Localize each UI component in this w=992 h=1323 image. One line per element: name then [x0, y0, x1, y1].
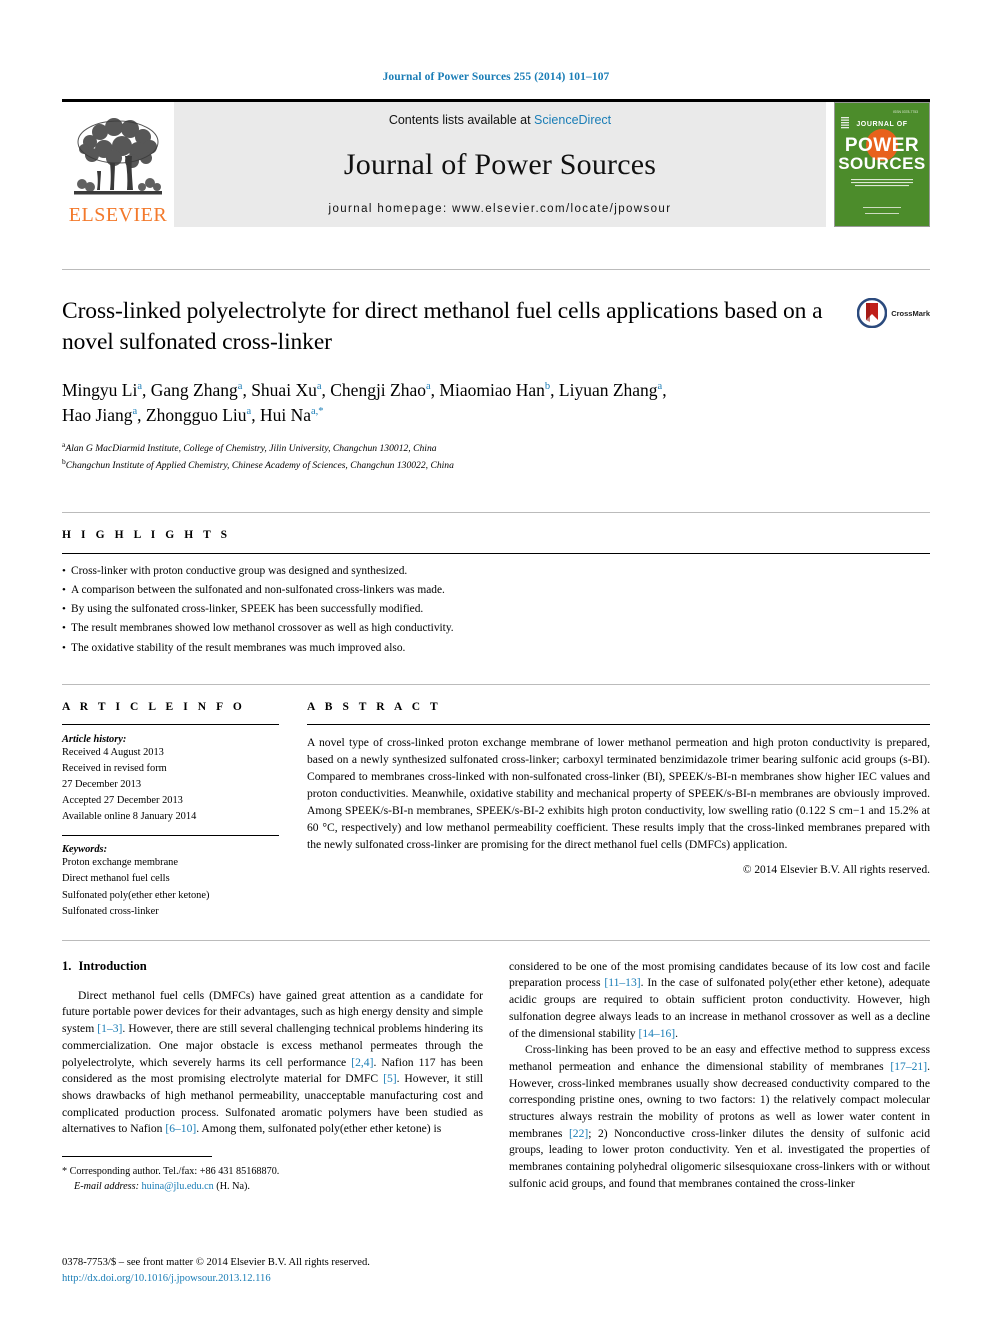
abstract-heading: A B S T R A C T — [307, 700, 442, 713]
keyword-item: Sulfonated poly(ether ether ketone) — [62, 889, 210, 901]
citation-ref[interactable]: [1–3] — [97, 1022, 122, 1035]
author-line-1: Mingyu Lia, Gang Zhanga, Shuai Xua, Chen… — [62, 379, 667, 400]
affil-marker: a — [426, 381, 431, 393]
affiliation-b: bChangchun Institute of Applied Chemistr… — [62, 457, 454, 472]
keyword-item: Proton exchange membrane — [62, 857, 178, 869]
highlights-list: Cross-linker with proton conductive grou… — [62, 562, 930, 658]
elsevier-logo: ELSEVIER — [62, 102, 174, 227]
affil-marker: a — [316, 381, 322, 393]
highlights-divider — [62, 552, 930, 554]
sciencedirect-link[interactable]: ScienceDirect — [534, 113, 611, 127]
affil-marker: a — [246, 406, 252, 418]
doi-link[interactable]: http://dx.doi.org/10.1016/j.jpowsour.201… — [62, 1271, 370, 1287]
journal-homepage-link[interactable]: journal homepage: www.elsevier.com/locat… — [329, 203, 672, 215]
article-page: Journal of Power Sources 255 (2014) 101–… — [0, 0, 992, 1323]
article-history-label: Article history: — [62, 733, 127, 745]
article-info-column: A R T I C L E I N F O Article history: R… — [62, 701, 307, 920]
history-item: Available online 8 January 2014 — [62, 811, 197, 823]
journal-cover-thumbnail: ISSN 0378-7753 JOURNAL OF POWER SOURCES — [834, 102, 930, 227]
abstract-column: A B S T R A C T A novel type of cross-li… — [307, 701, 930, 920]
list-item: Cross-linker with proton conductive grou… — [62, 562, 930, 581]
citation-ref[interactable]: [17–21] — [890, 1060, 927, 1073]
running-head: Journal of Power Sources 255 (2014) 101–… — [382, 71, 610, 83]
history-item: 27 December 2013 — [62, 778, 142, 790]
article-info-heading: A R T I C L E I N F O — [62, 700, 246, 713]
elsevier-tree-icon — [74, 118, 162, 195]
citation-ref[interactable]: [2,4] — [351, 1056, 373, 1069]
list-item: By using the sulfonated cross-linker, SP… — [62, 600, 930, 619]
svg-text:POWER: POWER — [845, 135, 919, 156]
keyword-item: Sulfonated cross-linker — [62, 905, 159, 917]
list-item: The result membranes showed low methanol… — [62, 619, 930, 638]
citation-ref[interactable]: [5] — [383, 1072, 397, 1085]
affiliations: aAlan G MacDiarmid Institute, College of… — [62, 439, 930, 474]
keywords-divider — [62, 835, 279, 837]
article-header: Cross-linked polyelectrolyte for direct … — [62, 269, 930, 474]
email-line: E-mail address: huina@jlu.edu.cn (H. Na)… — [62, 1179, 462, 1194]
journal-masthead: ELSEVIER Contents lists available at Sci… — [62, 99, 930, 227]
svg-text:JOURNAL OF: JOURNAL OF — [856, 121, 907, 128]
contents-prefix: Contents lists available at — [388, 113, 531, 127]
svg-text:SOURCES: SOURCES — [838, 154, 926, 173]
info-abstract-section: A R T I C L E I N F O Article history: R… — [62, 683, 930, 920]
affiliation-b-text: Changchun Institute of Applied Chemistry… — [65, 460, 454, 472]
crossmark-icon — [857, 298, 888, 328]
cover-art: ISSN 0378-7753 JOURNAL OF POWER SOURCES — [835, 103, 929, 226]
body-content: 1. Introduction Direct methanol fuel cell… — [62, 939, 930, 1195]
affil-marker: a — [237, 381, 243, 393]
body-column-right: considered to be one of the most promisi… — [509, 959, 930, 1195]
section-number: 1. — [62, 958, 72, 973]
section-heading-introduction: 1. Introduction — [62, 959, 483, 974]
history-item: Received 4 August 2013 — [62, 746, 164, 758]
affil-marker: a,* — [310, 406, 324, 418]
section-title: Introduction — [78, 958, 147, 973]
list-item: A comparison between the sulfonated and … — [62, 581, 930, 600]
affil-marker: a — [137, 381, 143, 393]
history-item: Accepted 27 December 2013 — [62, 795, 183, 807]
article-history-list: Received 4 August 2013 Received in revis… — [62, 745, 279, 826]
author-list: Mingyu Lia, Gang Zhanga, Shuai Xua, Chen… — [62, 378, 930, 429]
corresponding-author-note: * Corresponding author. Tel./fax: +86 43… — [62, 1164, 462, 1195]
contents-available-line: Contents lists available at ScienceDirec… — [389, 113, 611, 127]
affiliation-a: aAlan G MacDiarmid Institute, College of… — [62, 439, 437, 454]
paragraph: Cross-linking has been proved to be an e… — [509, 1043, 930, 1190]
email-suffix: (H. Na). — [216, 1181, 250, 1193]
email-link[interactable]: huina@jlu.edu.cn — [142, 1181, 214, 1192]
list-item: The oxidative stability of the result me… — [62, 639, 930, 658]
affil-marker: a — [657, 381, 663, 393]
crossmark-badge[interactable]: CrossMark — [857, 298, 930, 328]
abstract-text: A novel type of cross-linked proton exch… — [307, 735, 930, 851]
svg-text:ISSN 0378-7753: ISSN 0378-7753 — [893, 110, 918, 114]
elsevier-wordmark: ELSEVIER — [68, 204, 168, 226]
affil-marker: b — [544, 381, 551, 393]
paragraph: Direct methanol fuel cells (DMFCs) have … — [62, 988, 483, 1136]
highlights-section: H I G H L I G H T S Cross-linker with pr… — [62, 511, 930, 658]
keyword-item: Direct methanol fuel cells — [62, 873, 170, 885]
copyright-line: © 2014 Elsevier B.V. All rights reserved… — [742, 863, 930, 876]
article-info-divider — [62, 723, 279, 725]
journal-band: Contents lists available at ScienceDirec… — [174, 102, 826, 227]
history-item: Received in revised form — [62, 762, 167, 774]
affil-marker: a — [132, 406, 138, 418]
issn-line: 0378-7753/$ – see front matter © 2014 El… — [62, 1257, 370, 1269]
keywords-list: Proton exchange membrane Direct methanol… — [62, 855, 279, 920]
body-column-left: 1. Introduction Direct methanol fuel cell… — [62, 959, 483, 1195]
email-label: E-mail address: — [74, 1181, 139, 1193]
footnote-divider — [62, 1155, 212, 1164]
footer-issn-block: 0378-7753/$ – see front matter © 2014 El… — [62, 1255, 370, 1287]
citation-ref[interactable]: [6–10] — [165, 1122, 196, 1135]
abstract-divider — [307, 723, 930, 725]
citation-ref[interactable]: [22] — [569, 1127, 588, 1140]
corresponding-author-line: * Corresponding author. Tel./fax: +86 43… — [62, 1165, 280, 1177]
crossmark-label: CrossMark — [891, 308, 930, 318]
citation-ref[interactable]: [14–16] — [638, 1027, 675, 1040]
affiliation-a-text: Alan G MacDiarmid Institute, College of … — [65, 442, 437, 454]
journal-title: Journal of Power Sources — [343, 148, 657, 181]
highlights-heading: H I G H L I G H T S — [62, 528, 231, 541]
keywords-label: Keywords: — [62, 844, 108, 856]
page-title: Cross-linked polyelectrolyte for direct … — [62, 298, 823, 356]
author-line-2: Hao Jianga, Zhongguo Liua, Hui Naa,* — [62, 405, 324, 426]
paragraph: considered to be one of the most promisi… — [509, 959, 930, 1040]
citation-ref[interactable]: [11–13] — [604, 976, 640, 989]
